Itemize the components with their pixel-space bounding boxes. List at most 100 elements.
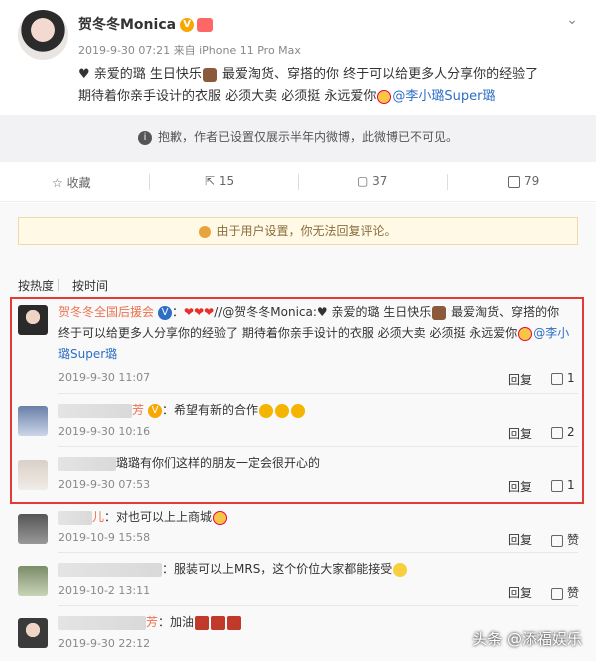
smile-emoji-icon [393, 562, 408, 577]
mention-link[interactable]: @李小璐Super璐 [392, 89, 495, 104]
commenter-name[interactable]: 芳 [146, 615, 158, 629]
chevron-down-icon[interactable]: ⌄ [566, 12, 578, 28]
comment-text: 芳：加油 [58, 612, 242, 633]
comment-body: ：希望有新的合作 [162, 403, 259, 417]
comment-like-count: 1 [567, 478, 575, 492]
comment-like-count: 赞 [567, 533, 580, 547]
divider [58, 393, 578, 394]
commenter-name[interactable]: 芳 [132, 403, 144, 417]
comment-like-button[interactable]: 2 [551, 425, 575, 439]
verified-badge-icon: V [148, 403, 163, 418]
comment-body: 璐璐有你们这样的朋友一定会很开心的 [116, 456, 321, 470]
medal-icon [197, 18, 214, 32]
heart-eyes-emoji-icon [518, 326, 533, 341]
thumbs-up-icon [551, 426, 563, 439]
gift-emoji-icon [227, 615, 242, 630]
comment-date: 2019-9-30 10:16 [58, 425, 151, 438]
mention-link[interactable]: 璐Super璐 [58, 347, 117, 361]
divider [58, 446, 578, 447]
verified-badge-icon: V [158, 305, 173, 320]
comment-text: 璐璐有你们这样的朋友一定会很开心的 [58, 453, 320, 474]
comment-avatar[interactable] [18, 514, 48, 544]
comment-count: 37 [372, 174, 388, 188]
post-text: ♥ 亲爱的璐 生日快乐 最爱淘货、穿搭的你 终于可以给更多人分享你的经验了 期待… [78, 64, 578, 108]
comment-button[interactable]: ▢ 37 [357, 174, 387, 188]
comment-text: 芳 V ：希望有新的合作 [58, 400, 306, 421]
post-meta: 2019-9-30 07:21 来自 iPhone 11 Pro Max [78, 44, 301, 57]
notice-text: i 抱歉，作者已设置仅展示半年内微博，此微博已不可见。 [0, 128, 596, 145]
gift-emoji-icon [195, 615, 210, 630]
heart-eyes-emoji-icon [213, 510, 228, 525]
comment-avatar[interactable] [18, 460, 48, 490]
comment-text: ：服装可以上MRS，这个价位大家都能接受 [58, 559, 408, 580]
thumbs-up-icon [551, 372, 563, 385]
hearts-emoji: ❤❤❤ [184, 305, 215, 319]
repost-button[interactable]: ⇱ 15 [205, 174, 234, 188]
comment-date: 2019-10-9 15:58 [58, 531, 151, 544]
thumbs-up-icon [551, 587, 563, 600]
heart-eyes-emoji-icon [377, 89, 392, 104]
comment-avatar[interactable] [18, 305, 48, 335]
comment-like-button[interactable]: 赞 [551, 584, 579, 601]
comment-text: 儿：对也可以上上商城 [58, 507, 228, 528]
sort-by-time[interactable]: 按时间 [72, 277, 108, 294]
favorite-button[interactable]: ☆ 收藏 [52, 174, 91, 191]
kiss-emoji-icon [259, 403, 274, 418]
reply-button[interactable]: 回复 [508, 371, 532, 388]
blurred-username [58, 562, 162, 577]
mention-link[interactable]: @李小 [533, 326, 569, 340]
kiss-emoji-icon [275, 403, 290, 418]
cake-emoji-icon [432, 305, 447, 320]
comment-body: 终于可以给更多人分享你的经验了 期待着你亲手设计的衣服 必须大卖 必须挺 永远爱… [58, 326, 518, 340]
post-text-part: 最爱淘货、穿搭的你 终于可以给更多人分享你的经验了 [217, 67, 539, 82]
reply-button[interactable]: 回复 [508, 425, 532, 442]
notice-message: 抱歉，作者已设置仅展示半年内微博，此微博已不可见。 [157, 130, 458, 144]
commenter-name[interactable]: 贺冬冬全国后援会 [58, 305, 154, 319]
thumbs-up-icon [508, 175, 520, 188]
divider [298, 174, 299, 190]
comment-date: 2019-9-30 07:53 [58, 478, 151, 491]
divider [447, 174, 448, 190]
commenter-name[interactable]: 儿 [92, 510, 104, 524]
thumbs-up-icon [551, 534, 563, 547]
reply-warning-text: 由于用户设置，你无法回复评论。 [216, 224, 397, 238]
author-avatar[interactable] [18, 10, 68, 60]
author-name-text[interactable]: 贺冬冬Monica [78, 17, 176, 33]
action-bar: ☆ 收藏 ⇱ 15 ▢ 37 79 [0, 162, 596, 202]
comment-date: 2019-10-2 13:11 [58, 584, 151, 597]
comment-like-count: 2 [567, 425, 575, 439]
reply-button[interactable]: 回复 [508, 531, 532, 548]
kiss-emoji-icon [291, 403, 306, 418]
comment-like-button[interactable]: 1 [551, 371, 575, 385]
blurred-username [58, 510, 92, 525]
reply-button[interactable]: 回复 [508, 584, 532, 601]
comment-avatar[interactable] [18, 566, 48, 596]
comment-body: //@贺冬冬Monica:♥ 亲爱的璐 生日快乐 [214, 305, 432, 319]
comment-body: ：服装可以上MRS，这个价位大家都能接受 [162, 562, 393, 576]
comment-date: 2019-9-30 22:12 [58, 637, 151, 650]
comment-body: ：对也可以上上商城 [104, 510, 213, 524]
comment-body: ：加油 [158, 615, 195, 629]
repost-count: 15 [218, 174, 235, 188]
gift-emoji-icon [211, 615, 226, 630]
author-name[interactable]: 贺冬冬Monica V [78, 14, 214, 34]
post-text-part: 期待着你亲手设计的衣服 必须大卖 必须挺 永远爱你 [78, 89, 377, 104]
comment-date: 2019-9-30 11:07 [58, 371, 151, 384]
like-button[interactable]: 79 [508, 174, 539, 188]
comment-like-count: 1 [567, 371, 575, 385]
comment-avatar[interactable] [18, 618, 48, 648]
comment-like-button[interactable]: 1 [551, 478, 575, 492]
reply-warning: 由于用户设置，你无法回复评论。 [18, 217, 578, 245]
comment-avatar[interactable] [18, 406, 48, 436]
reply-button[interactable]: 回复 [508, 478, 532, 495]
sort-by-hot[interactable]: 按热度 [18, 277, 54, 294]
comment-body: 最爱淘货、穿搭的你 [447, 305, 560, 319]
favorite-label: 收藏 [66, 176, 91, 190]
blurred-username [58, 456, 116, 471]
divider [58, 552, 578, 553]
lock-icon [199, 225, 212, 238]
divider [58, 605, 578, 606]
cake-emoji-icon [202, 67, 217, 82]
comment-like-button[interactable]: 赞 [551, 531, 579, 548]
divider [149, 174, 150, 190]
